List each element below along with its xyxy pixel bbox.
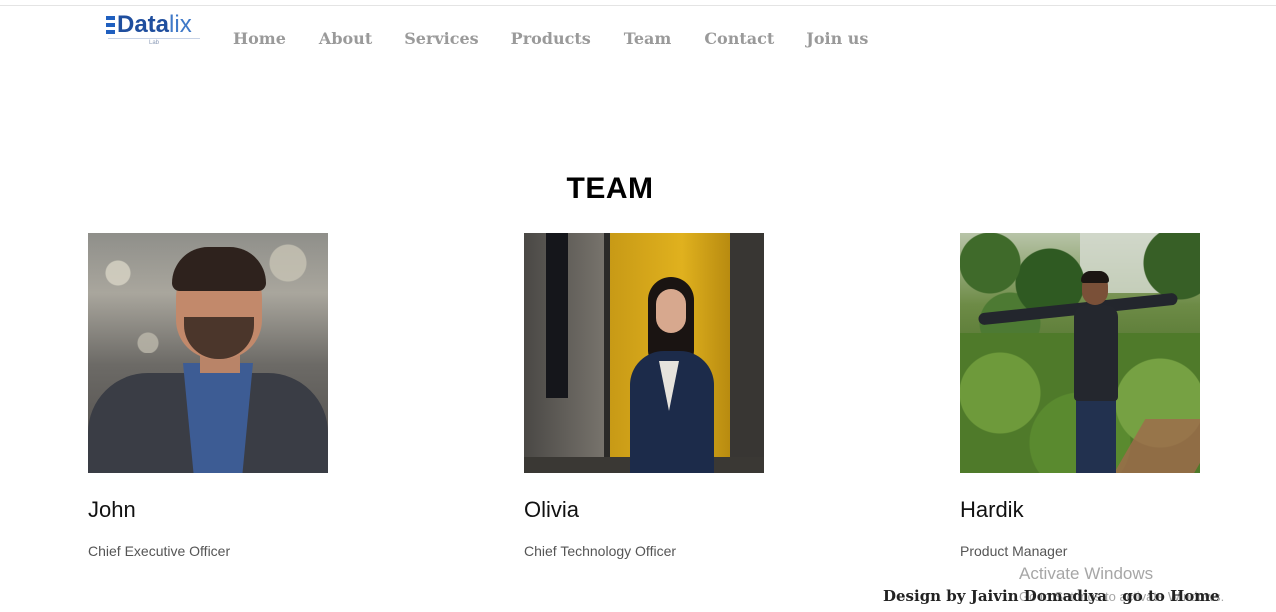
logo-wordmark: Datalix (117, 12, 192, 38)
logo-text-bold: Data (117, 11, 170, 38)
footer-credit: Design by Jaivin Domadiya (883, 587, 1108, 605)
team-card-john: John Chief Executive Officer (88, 233, 328, 559)
nav-about[interactable]: About (319, 28, 372, 52)
member-role: Chief Executive Officer (88, 543, 231, 559)
logo-subtext: Lab (108, 38, 200, 46)
nav-home[interactable]: Home (233, 28, 286, 52)
member-role: Product Manager (960, 543, 1068, 559)
team-photo-olivia (524, 233, 764, 473)
footer: Design by Jaivin Domadiya go to Home (883, 587, 1220, 605)
team-photo-john (88, 233, 328, 473)
logo-mark-icon (106, 16, 116, 34)
nav-team[interactable]: Team (624, 28, 672, 52)
nav-join-us[interactable]: Join us (806, 28, 868, 52)
logo-text-light: lix (169, 11, 192, 38)
nav-products[interactable]: Products (511, 28, 591, 52)
team-card-olivia: Olivia Chief Technology Officer (524, 233, 764, 559)
go-to-home-link[interactable]: go to Home (1122, 587, 1219, 605)
member-role: Chief Technology Officer (524, 543, 677, 559)
member-name: Olivia (524, 497, 580, 522)
top-rule (0, 5, 1276, 6)
nav-services[interactable]: Services (404, 28, 478, 52)
watermark-title: Activate Windows (1019, 564, 1154, 583)
main-nav: Home About Services Products Team Contac… (233, 28, 868, 52)
member-name: Hardik (960, 497, 1024, 522)
datalix-logo[interactable]: Datalix Lab (106, 12, 202, 46)
team-card-hardik: Hardik Product Manager (960, 233, 1200, 559)
section-title: TEAM (566, 172, 654, 205)
member-name: John (88, 497, 136, 522)
team-photo-hardik (960, 233, 1200, 473)
nav-contact[interactable]: Contact (704, 28, 774, 52)
